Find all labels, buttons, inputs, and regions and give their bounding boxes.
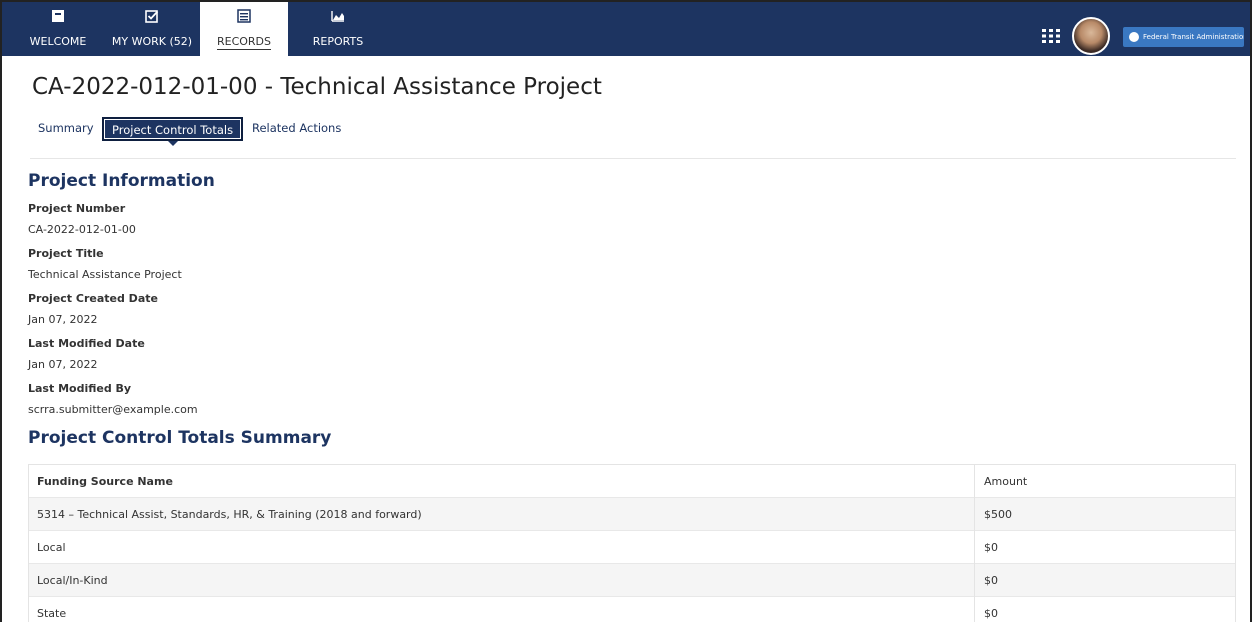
column-header-amount[interactable]: Amount (974, 465, 1237, 498)
control-totals-heading: Project Control Totals Summary (28, 428, 332, 448)
nav-tab-label: WELCOME (29, 35, 87, 48)
agency-badge[interactable]: Federal Transit Administration (1123, 27, 1244, 47)
tab-summary[interactable]: Summary (30, 117, 102, 141)
agency-logo-icon (1129, 32, 1139, 42)
nav-tab-my-work[interactable]: MY WORK (52) (110, 2, 194, 56)
agency-label: Federal Transit Administration (1143, 33, 1244, 41)
nav-tab-records[interactable]: RECORDS (200, 2, 288, 56)
apps-grid-icon[interactable] (1042, 29, 1060, 43)
funding-source-cell: Local (37, 541, 66, 554)
tab-project-control-totals[interactable]: Project Control Totals (102, 117, 244, 146)
field-value: Technical Assistance Project (28, 268, 182, 281)
field-label: Last Modified Date (28, 337, 145, 350)
amount-cell: $0 (974, 597, 1237, 622)
tab-related-actions[interactable]: Related Actions (244, 117, 349, 141)
project-information-heading: Project Information (28, 171, 215, 191)
page-title: CA-2022-012-01-00 - Technical Assistance… (32, 74, 602, 100)
tabs-divider (30, 158, 1236, 159)
tab-label: Project Control Totals (112, 123, 234, 137)
table-header-row: Funding Source Name Amount (29, 465, 1235, 498)
table-row: Local/In-Kind $0 (29, 564, 1235, 597)
field-value: CA-2022-012-01-00 (28, 223, 136, 236)
field-label: Project Title (28, 247, 104, 260)
inbox-icon (52, 10, 64, 22)
field-label: Last Modified By (28, 382, 132, 395)
active-tab-pointer (167, 141, 178, 146)
funding-source-cell: 5314 – Technical Assist, Standards, HR, … (37, 508, 422, 521)
column-header-funding-source[interactable]: Funding Source Name (37, 465, 173, 498)
field-value: Jan 07, 2022 (28, 358, 98, 371)
nav-tab-reports[interactable]: REPORTS (306, 2, 370, 56)
checkbox-icon (145, 10, 159, 23)
field-label: Project Created Date (28, 292, 158, 305)
user-avatar[interactable] (1072, 17, 1110, 55)
nav-tab-label: RECORDS (216, 35, 272, 50)
nav-tab-welcome[interactable]: WELCOME (26, 2, 90, 56)
table-row: 5314 – Technical Assist, Standards, HR, … (29, 498, 1235, 531)
table-row: State $0 (29, 597, 1235, 622)
field-value: scrra.submitter@example.com (28, 403, 198, 416)
top-nav-bar: WELCOME MY WORK (52) RECORDS REPORTS Fed… (2, 2, 1250, 56)
amount-cell: $0 (974, 564, 1237, 597)
amount-cell: $0 (974, 531, 1237, 564)
field-value: Jan 07, 2022 (28, 313, 98, 326)
nav-tab-label: REPORTS (312, 35, 364, 48)
chart-icon (331, 11, 344, 22)
control-totals-table: Funding Source Name Amount 5314 – Techni… (28, 464, 1236, 622)
funding-source-cell: Local/In-Kind (37, 574, 108, 587)
table-row: Local $0 (29, 531, 1235, 564)
records-icon (237, 9, 251, 23)
nav-tab-label: MY WORK (52) (111, 35, 193, 48)
field-label: Project Number (28, 202, 126, 215)
amount-cell: $500 (974, 498, 1237, 531)
funding-source-cell: State (37, 607, 67, 620)
